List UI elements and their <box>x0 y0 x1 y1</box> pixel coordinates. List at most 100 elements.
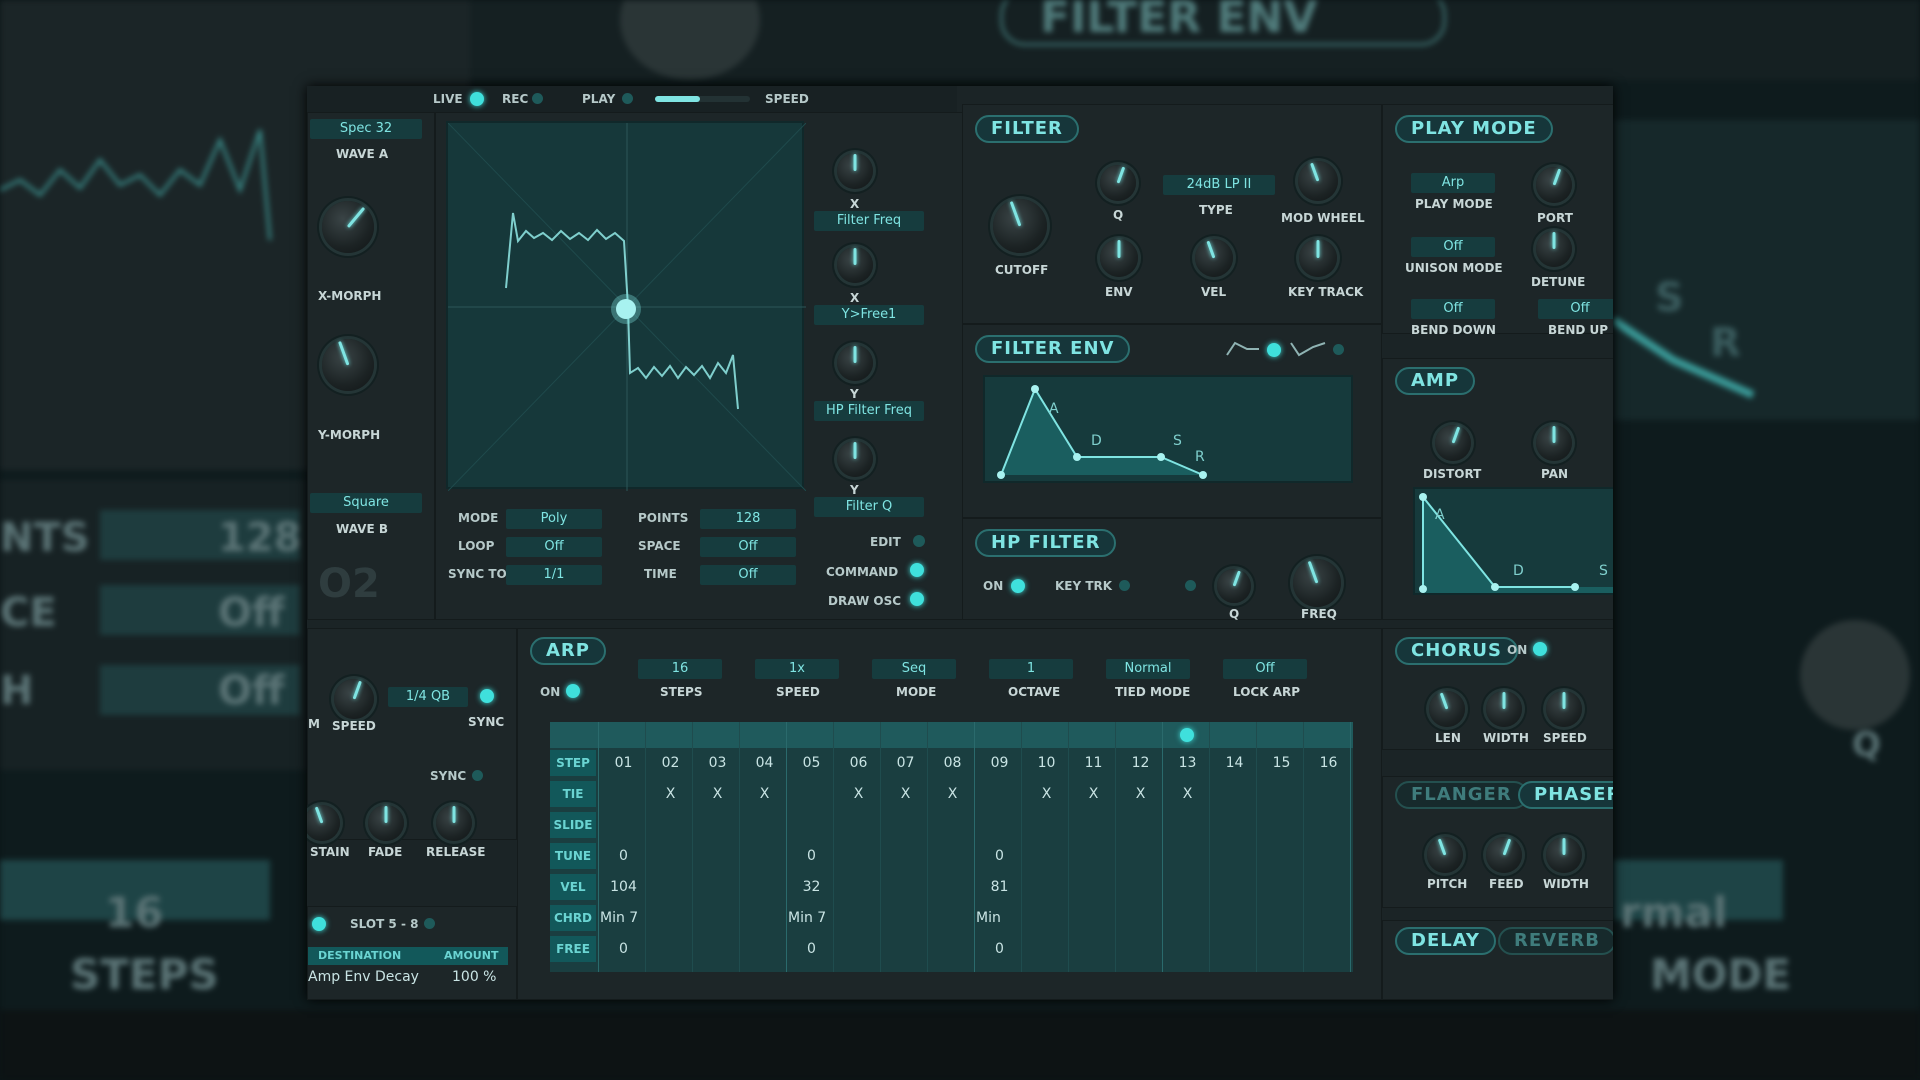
arp-step-cell[interactable]: 04 <box>741 755 788 771</box>
env-sync-led[interactable] <box>472 770 483 781</box>
sustain-knob[interactable] <box>307 805 340 841</box>
pan-knob[interactable] <box>1536 425 1572 461</box>
arp-step-cell[interactable]: Min 7 <box>788 910 835 926</box>
arp-step-cell[interactable]: Min 7 <box>600 910 647 926</box>
arp-step-cell[interactable]: X <box>647 786 694 802</box>
xy-mode-value[interactable]: Poly <box>506 509 602 529</box>
detune-knob[interactable] <box>1536 231 1572 267</box>
release-knob[interactable] <box>436 805 472 841</box>
arp-step-cell[interactable]: 10 <box>1023 755 1070 771</box>
xy-space-value[interactable]: Off <box>700 537 796 557</box>
xy-loop-value[interactable]: Off <box>506 537 602 557</box>
arp-step-cell[interactable]: 16 <box>1305 755 1352 771</box>
wave-b-select[interactable]: Square <box>310 493 422 513</box>
arp-step-cell[interactable]: X <box>741 786 788 802</box>
chorus-on-led[interactable] <box>1533 642 1547 656</box>
x1-mod-knob[interactable] <box>837 153 873 189</box>
bend-down-select[interactable]: Off <box>1411 299 1495 319</box>
draw-osc-led[interactable] <box>910 592 924 606</box>
lfo-speed-knob[interactable] <box>334 679 374 719</box>
arp-on-led[interactable] <box>566 684 580 698</box>
y2-mod-knob[interactable] <box>837 441 873 477</box>
slot-row-amount[interactable]: 100 % <box>452 969 496 985</box>
env-shape-led-1[interactable] <box>1267 343 1281 357</box>
arp-tied-select[interactable]: Normal <box>1106 659 1190 679</box>
flanger-tab[interactable]: FLANGER <box>1395 781 1528 809</box>
key-track-knob[interactable] <box>1299 239 1337 277</box>
xy-sync-value[interactable]: 1/1 <box>506 565 602 585</box>
arp-step-cell[interactable]: 12 <box>1117 755 1164 771</box>
bend-up-select[interactable]: Off <box>1538 299 1613 319</box>
filter-env-display[interactable]: A D S R <box>983 375 1353 483</box>
arp-step-cell[interactable]: 06 <box>835 755 882 771</box>
y-morph-knob[interactable] <box>322 339 374 391</box>
edit-led[interactable] <box>913 535 925 547</box>
port-knob[interactable] <box>1536 167 1572 203</box>
chorus-width-knob[interactable] <box>1486 691 1522 727</box>
arp-step-cell[interactable]: 0 <box>976 941 1023 957</box>
play-mode-select[interactable]: Arp <box>1411 173 1495 193</box>
arp-step-cell[interactable]: X <box>835 786 882 802</box>
hp-q-knob[interactable] <box>1217 569 1251 603</box>
xy-pad[interactable] <box>446 121 806 491</box>
arp-step-cell[interactable]: 02 <box>647 755 694 771</box>
cutoff-knob[interactable] <box>993 199 1047 253</box>
x2-mod-target[interactable]: Y>Free1 <box>814 305 924 325</box>
fade-knob[interactable] <box>368 805 404 841</box>
arp-step-cell[interactable]: 14 <box>1211 755 1258 771</box>
arp-step-cell[interactable]: 104 <box>600 879 647 895</box>
flanger-feed-knob[interactable] <box>1486 837 1522 873</box>
mod-wheel-knob[interactable] <box>1298 161 1338 201</box>
arp-step-cell[interactable]: 07 <box>882 755 929 771</box>
unison-select[interactable]: Off <box>1411 237 1495 257</box>
arp-step-cell[interactable]: 0 <box>600 941 647 957</box>
y1-mod-knob[interactable] <box>837 345 873 381</box>
arp-step-cell[interactable]: 11 <box>1070 755 1117 771</box>
q-knob[interactable] <box>1100 165 1136 201</box>
xy-points-value[interactable]: 128 <box>700 509 796 529</box>
arp-step-cell[interactable]: 0 <box>788 848 835 864</box>
delay-tab[interactable]: DELAY <box>1395 927 1496 955</box>
lfo-sync-led[interactable] <box>480 689 494 703</box>
chorus-len-knob[interactable] <box>1429 691 1465 727</box>
arp-step-cell[interactable]: 81 <box>976 879 1023 895</box>
env-knob[interactable] <box>1100 239 1138 277</box>
arp-step-grid[interactable]: STEP 01 02 03 04 05 06 07 08 09 10 11 12 13 14 15 16 TIE X… <box>550 722 1353 972</box>
arp-step-cell[interactable]: X <box>1023 786 1070 802</box>
arp-step-cell[interactable]: 32 <box>788 879 835 895</box>
arp-step-cell[interactable]: X <box>1070 786 1117 802</box>
slot-led-left[interactable] <box>312 917 326 931</box>
flanger-width-knob[interactable] <box>1546 837 1582 873</box>
hp-freq-knob[interactable] <box>1293 559 1341 607</box>
arp-step-cell[interactable]: Min <box>976 910 1023 926</box>
chorus-speed-knob[interactable] <box>1546 691 1582 727</box>
env-shape-led-2[interactable] <box>1333 344 1344 355</box>
filter-type-select[interactable]: 24dB LP II <box>1163 175 1275 195</box>
arp-mode-select[interactable]: Seq <box>872 659 956 679</box>
lfo-rate-select[interactable]: 1/4 QB <box>388 687 468 707</box>
y1-mod-target[interactable]: HP Filter Freq <box>814 401 924 421</box>
y2-mod-target[interactable]: Filter Q <box>814 497 924 517</box>
arp-step-cell[interactable]: 0 <box>600 848 647 864</box>
reverb-tab[interactable]: REVERB <box>1498 927 1613 955</box>
arp-lock-select[interactable]: Off <box>1223 659 1307 679</box>
x-morph-knob[interactable] <box>322 201 374 253</box>
live-led[interactable] <box>470 92 484 106</box>
arp-step-cell[interactable]: 0 <box>976 848 1023 864</box>
wave-a-select[interactable]: Spec 32 <box>310 119 422 139</box>
x1-mod-target[interactable]: Filter Freq <box>814 211 924 231</box>
arp-step-cell[interactable]: 08 <box>929 755 976 771</box>
speed-slider[interactable] <box>655 96 750 102</box>
distort-knob[interactable] <box>1435 425 1471 461</box>
x2-mod-knob[interactable] <box>837 247 873 283</box>
amp-env-display[interactable]: A D S <box>1413 487 1613 595</box>
arp-step-cell[interactable]: X <box>694 786 741 802</box>
arp-step-cell[interactable]: X <box>1117 786 1164 802</box>
arp-steps-select[interactable]: 16 <box>638 659 722 679</box>
slot-row-destination[interactable]: Amp Env Decay <box>308 969 419 985</box>
play-led[interactable] <box>622 93 633 104</box>
flanger-pitch-knob[interactable] <box>1427 837 1463 873</box>
hp-on-led[interactable] <box>1011 579 1025 593</box>
arp-step-cell[interactable]: X <box>882 786 929 802</box>
arp-step-cell[interactable]: 03 <box>694 755 741 771</box>
